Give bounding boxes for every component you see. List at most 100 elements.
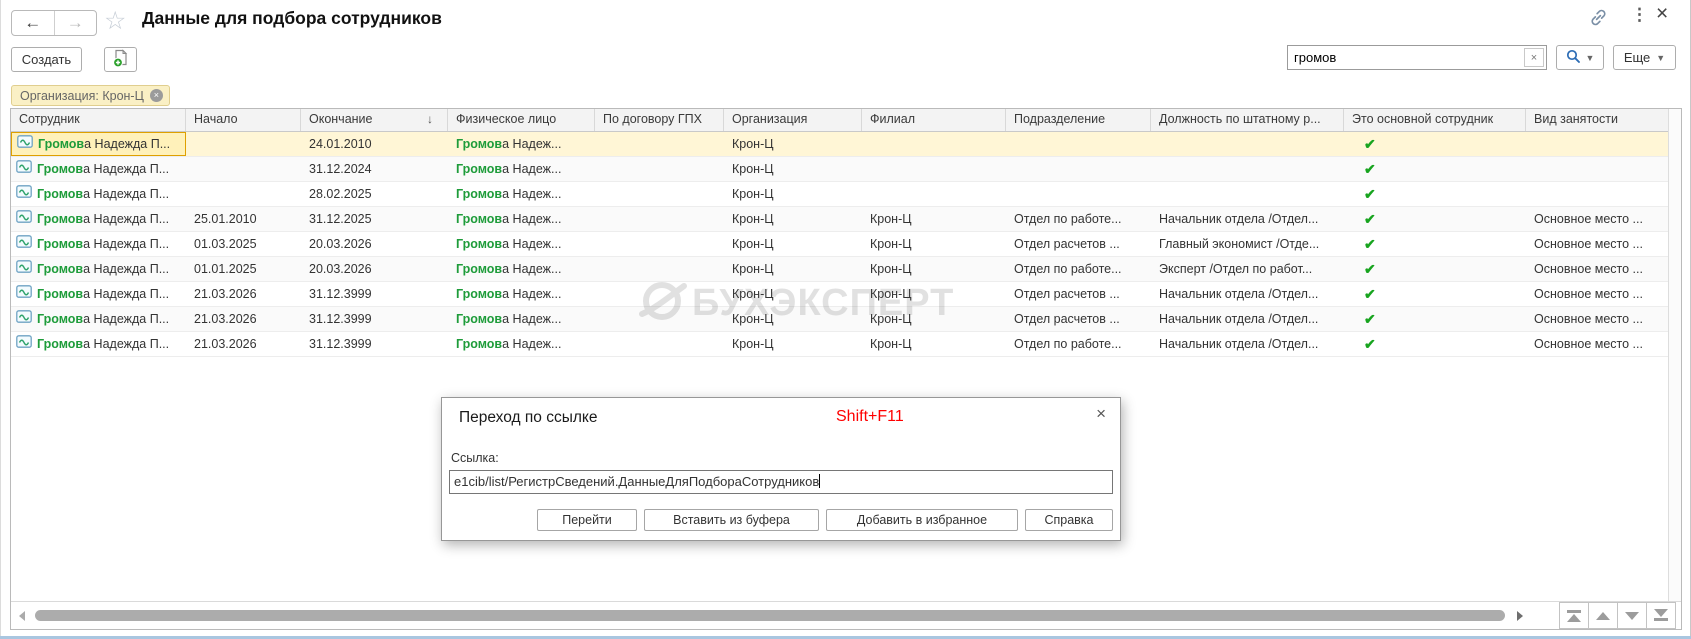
cell-branch[interactable]: Крон-Ц [862, 207, 1006, 231]
cell-dept[interactable]: Отдел расчетов ... [1006, 282, 1151, 306]
column-header[interactable]: Начало [186, 109, 301, 131]
back-button[interactable]: ← [12, 11, 55, 35]
cell-person[interactable]: Громова Надеж... [448, 232, 595, 256]
table-row[interactable]: Громова Надежда П... 25.01.2010 31.12.2025… [11, 207, 1681, 232]
search-input[interactable] [1288, 46, 1520, 69]
cell-org[interactable]: Крон-Ц [724, 182, 862, 206]
cell-position[interactable]: Начальник отдела /Отдел... [1151, 307, 1344, 331]
page-down-button[interactable] [1617, 602, 1647, 629]
table-row[interactable]: Громова Надежда П... 31.12.2024 Громова На… [11, 157, 1681, 182]
link-input[interactable]: e1cib/list/РегистрСведений.ДанныеДляПодб… [449, 470, 1113, 494]
cell-org[interactable]: Крон-Ц [724, 157, 862, 181]
cell-org[interactable]: Крон-Ц [724, 132, 862, 156]
cell-gph[interactable] [595, 207, 724, 231]
cell-start[interactable]: 21.03.2026 [186, 307, 301, 331]
cell-is_main[interactable]: ✔ [1344, 132, 1526, 156]
cell-start[interactable]: 21.03.2026 [186, 332, 301, 356]
cell-employee[interactable]: Громова Надежда П... [11, 182, 186, 206]
cell-position[interactable] [1151, 132, 1344, 156]
cell-type[interactable]: Основное место ... [1526, 257, 1681, 281]
cell-dept[interactable]: Отдел по работе... [1006, 257, 1151, 281]
cell-start[interactable] [186, 157, 301, 181]
cell-branch[interactable]: Крон-Ц [862, 232, 1006, 256]
cell-type[interactable]: Основное место ... [1526, 207, 1681, 231]
get-link-icon[interactable] [1588, 7, 1609, 33]
column-header[interactable]: По договору ГПХ [595, 109, 724, 131]
cell-org[interactable]: Крон-Ц [724, 257, 862, 281]
cell-dept[interactable] [1006, 182, 1151, 206]
more-actions-button[interactable]: Еще ▼ [1613, 45, 1676, 70]
table-row[interactable]: Громова Надежда П... 01.03.2025 20.03.2026… [11, 232, 1681, 257]
column-header[interactable]: Вид занятости [1526, 109, 1681, 131]
cell-type[interactable]: Основное место ... [1526, 232, 1681, 256]
cell-type[interactable] [1526, 132, 1681, 156]
cell-org[interactable]: Крон-Ц [724, 307, 862, 331]
cell-is_main[interactable]: ✔ [1344, 307, 1526, 331]
create-group-button[interactable] [104, 47, 137, 72]
cell-person[interactable]: Громова Надеж... [448, 132, 595, 156]
cell-person[interactable]: Громова Надеж... [448, 182, 595, 206]
cell-branch[interactable] [862, 182, 1006, 206]
horizontal-scrollbar-thumb[interactable] [35, 610, 1505, 621]
cell-position[interactable]: Эксперт /Отдел по работ... [1151, 257, 1344, 281]
table-row[interactable]: Громова Надежда П... 01.01.2025 20.03.2026… [11, 257, 1681, 282]
column-header[interactable]: Это основной сотрудник [1344, 109, 1526, 131]
cell-end[interactable]: 31.12.3999 [301, 332, 448, 356]
cell-start[interactable]: 21.03.2026 [186, 282, 301, 306]
window-close-icon[interactable]: × [1656, 2, 1668, 26]
paste-from-clipboard-button[interactable]: Вставить из буфера [644, 509, 819, 531]
cell-employee[interactable]: Громова Надежда П... [11, 132, 186, 156]
column-header[interactable]: Филиал [862, 109, 1006, 131]
cell-person[interactable]: Громова Надеж... [448, 307, 595, 331]
cell-end[interactable]: 31.12.3999 [301, 282, 448, 306]
cell-is_main[interactable]: ✔ [1344, 207, 1526, 231]
cell-start[interactable] [186, 132, 301, 156]
cell-branch[interactable] [862, 157, 1006, 181]
cell-position[interactable]: Начальник отдела /Отдел... [1151, 207, 1344, 231]
cell-end[interactable]: 31.12.3999 [301, 307, 448, 331]
cell-type[interactable] [1526, 182, 1681, 206]
cell-employee[interactable]: Громова Надежда П... [11, 157, 186, 181]
search-button[interactable]: ▼ [1556, 45, 1604, 70]
column-header[interactable]: Окончание ↓ [301, 109, 448, 131]
cell-employee[interactable]: Громова Надежда П... [11, 207, 186, 231]
scroll-left-arrow-icon[interactable] [19, 611, 25, 621]
cell-branch[interactable]: Крон-Ц [862, 257, 1006, 281]
cell-is_main[interactable]: ✔ [1344, 232, 1526, 256]
cell-org[interactable]: Крон-Ц [724, 232, 862, 256]
cell-is_main[interactable]: ✔ [1344, 257, 1526, 281]
cell-start[interactable]: 01.01.2025 [186, 257, 301, 281]
table-row[interactable]: Громова Надежда П... 21.03.2026 31.12.3999… [11, 282, 1681, 307]
cell-branch[interactable] [862, 132, 1006, 156]
cell-type[interactable] [1526, 157, 1681, 181]
cell-end[interactable]: 20.03.2026 [301, 232, 448, 256]
add-to-favorites-button[interactable]: Добавить в избранное [826, 509, 1018, 531]
cell-start[interactable]: 01.03.2025 [186, 232, 301, 256]
cell-branch[interactable]: Крон-Ц [862, 282, 1006, 306]
cell-start[interactable] [186, 182, 301, 206]
cell-branch[interactable]: Крон-Ц [862, 332, 1006, 356]
cell-type[interactable]: Основное место ... [1526, 282, 1681, 306]
cell-employee[interactable]: Громова Надежда П... [11, 332, 186, 356]
table-row[interactable]: Громова Надежда П... 28.02.2025 Громова На… [11, 182, 1681, 207]
cell-is_main[interactable]: ✔ [1344, 332, 1526, 356]
cell-dept[interactable]: Отдел расчетов ... [1006, 232, 1151, 256]
cell-gph[interactable] [595, 282, 724, 306]
forward-button[interactable]: → [55, 11, 97, 35]
scroll-right-arrow-icon[interactable] [1517, 611, 1523, 621]
search-clear-icon[interactable]: × [1524, 48, 1544, 67]
cell-gph[interactable] [595, 182, 724, 206]
vertical-scrollbar[interactable] [1668, 109, 1681, 601]
cell-gph[interactable] [595, 232, 724, 256]
cell-type[interactable]: Основное место ... [1526, 332, 1681, 356]
create-button[interactable]: Создать [11, 47, 82, 72]
cell-org[interactable]: Крон-Ц [724, 332, 862, 356]
cell-dept[interactable] [1006, 157, 1151, 181]
cell-position[interactable]: Начальник отдела /Отдел... [1151, 332, 1344, 356]
column-header[interactable]: Должность по штатному р... [1151, 109, 1344, 131]
cell-type[interactable]: Основное место ... [1526, 307, 1681, 331]
column-header[interactable]: Сотрудник [11, 109, 186, 131]
column-header[interactable]: Физическое лицо [448, 109, 595, 131]
cell-dept[interactable] [1006, 132, 1151, 156]
go-to-first-button[interactable] [1559, 602, 1589, 629]
